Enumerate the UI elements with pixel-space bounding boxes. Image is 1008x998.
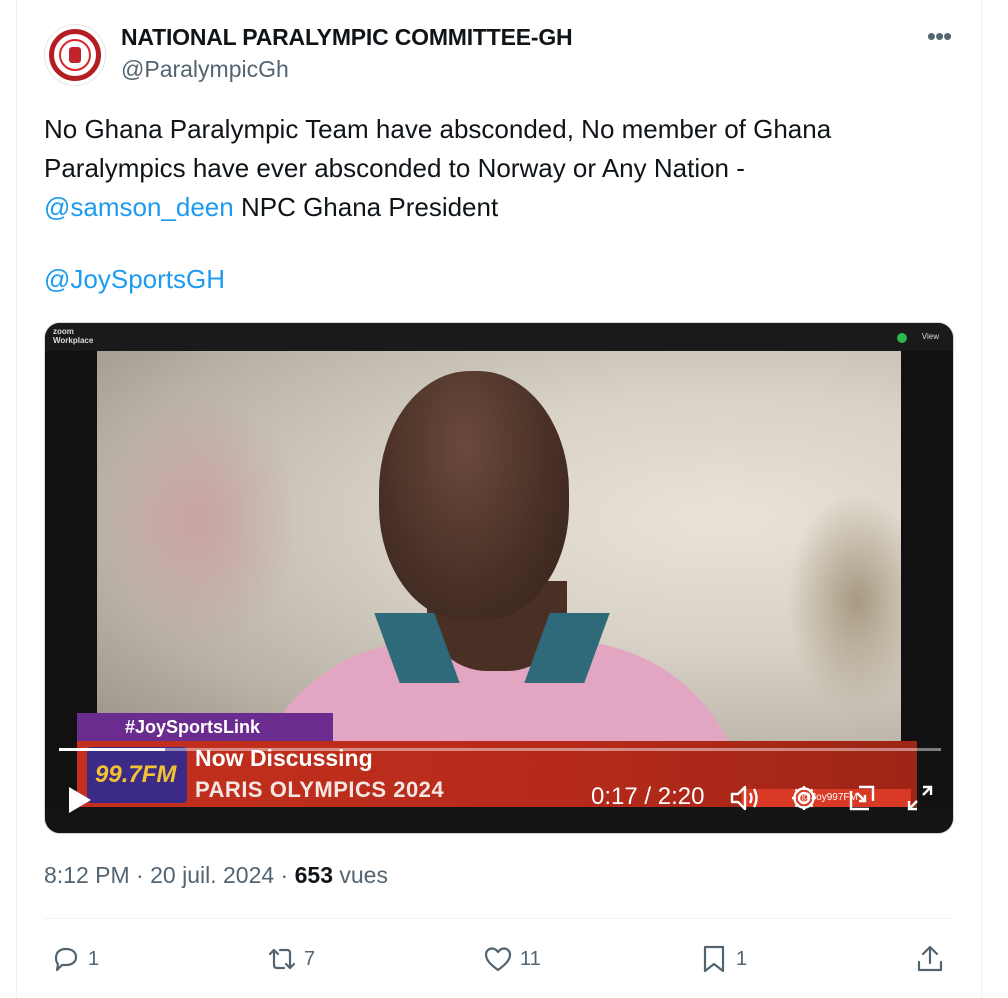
repost-count: 7	[304, 947, 316, 970]
tweet-meta: 8:12 PM · 20 juil. 2024 · 653 vues	[44, 862, 388, 889]
meta-separator: ·	[280, 862, 289, 888]
social-handle-strip: @Joy997FM	[741, 789, 911, 807]
zoom-logo: zoom Workplace	[53, 327, 94, 345]
avatar-logo-emblem	[69, 47, 81, 63]
background-blur	[97, 391, 297, 651]
video-progress-bar[interactable]	[59, 748, 941, 751]
account-display-name[interactable]: NATIONAL PARALYMPIC COMMITTEE-GH	[121, 24, 573, 51]
tweet-time[interactable]: 8:12 PM	[44, 862, 130, 888]
video-time: 0:17 / 2:20	[591, 783, 705, 810]
divider	[44, 918, 954, 919]
background-blur	[787, 491, 901, 711]
reply-icon	[54, 947, 78, 972]
video-progress-fill	[59, 748, 165, 751]
views-label: vues	[339, 862, 388, 888]
view-label: View	[921, 332, 939, 341]
gear-icon[interactable]	[789, 783, 819, 813]
picture-in-picture-icon[interactable]	[847, 783, 877, 813]
like-count: 11	[520, 947, 541, 970]
more-options-icon[interactable]: •••	[924, 23, 954, 50]
volume-icon[interactable]	[729, 783, 761, 813]
share-button[interactable]	[914, 942, 946, 976]
tweet-text-suffix: NPC Ghana President	[233, 192, 499, 222]
hashtag-banner: #JoySportsLink	[77, 713, 333, 741]
play-icon[interactable]	[67, 785, 93, 815]
account-avatar[interactable]	[44, 24, 106, 86]
reply-count: 1	[88, 947, 100, 970]
bookmark-count: 1	[736, 947, 748, 970]
reply-button[interactable]: 1	[50, 942, 99, 976]
bookmark-icon	[703, 945, 725, 973]
bookmark-button[interactable]: 1	[698, 942, 747, 976]
share-icon	[917, 945, 943, 972]
zoom-title-bar: zoom Workplace View	[45, 323, 953, 351]
shield-icon	[897, 333, 907, 343]
fullscreen-icon[interactable]	[905, 783, 935, 813]
joy-fm-logo: 99.7FM	[87, 747, 187, 803]
video-frame	[97, 351, 901, 771]
mention-link-joysports[interactable]: @JoySportsGH	[44, 264, 225, 295]
lower-third-subtitle: PARIS OLYMPICS 2024	[195, 777, 445, 802]
mention-link[interactable]: @samson_deen	[44, 192, 234, 222]
like-button[interactable]: 11	[482, 942, 541, 976]
heart-icon	[484, 947, 512, 972]
meta-separator: ·	[136, 862, 144, 888]
tweet-text-body: No Ghana Paralympic Team have absconded,…	[44, 114, 832, 183]
account-handle[interactable]: @ParalympicGh	[121, 56, 289, 83]
repost-button[interactable]: 7	[266, 942, 315, 976]
views-count: 653	[294, 862, 333, 888]
repost-icon	[268, 948, 296, 970]
video-player[interactable]: zoom Workplace View #JoySportsLink 99.7FM…	[44, 322, 954, 834]
tweet-date[interactable]: 20 juil. 2024	[150, 862, 274, 888]
tweet-text: No Ghana Paralympic Team have absconded,…	[44, 110, 944, 227]
speaker-head	[379, 371, 569, 621]
